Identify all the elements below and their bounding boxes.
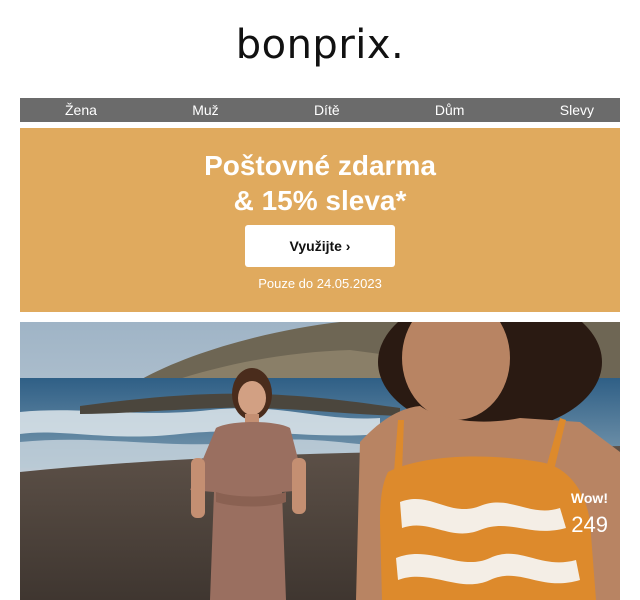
nav-item-zena[interactable]: Žena bbox=[65, 102, 97, 118]
promo-headline-line2: & 15% sleva* bbox=[233, 185, 407, 216]
promo-validity-note: Pouze do 24.05.2023 bbox=[258, 276, 382, 291]
bonprix-logo[interactable]: bonprix. bbox=[0, 22, 640, 68]
price-badge-label: Wow! bbox=[570, 490, 608, 506]
price-value: 249 bbox=[571, 512, 608, 537]
nav-item-muz[interactable]: Muž bbox=[192, 102, 218, 118]
price-badge: Wow! 249 bbox=[571, 490, 608, 538]
nav-item-dite[interactable]: Dítě bbox=[314, 102, 340, 118]
promo-headline: Poštovné zdarma & 15% sleva* bbox=[20, 148, 620, 218]
hero-image[interactable]: Wow! 249 bbox=[20, 322, 620, 600]
main-nav: Žena Muž Dítě Dům Slevy bbox=[20, 98, 620, 122]
promo-headline-line1: Poštovné zdarma bbox=[204, 150, 436, 181]
nav-item-slevy[interactable]: Slevy bbox=[560, 102, 594, 118]
nav-item-dum[interactable]: Dům bbox=[435, 102, 465, 118]
beach-scene-illustration bbox=[20, 322, 620, 600]
promo-banner[interactable]: Poštovné zdarma & 15% sleva* Využijte › … bbox=[20, 128, 620, 312]
woman-in-orange-dress bbox=[356, 322, 620, 600]
use-offer-button[interactable]: Využijte › bbox=[245, 225, 395, 267]
